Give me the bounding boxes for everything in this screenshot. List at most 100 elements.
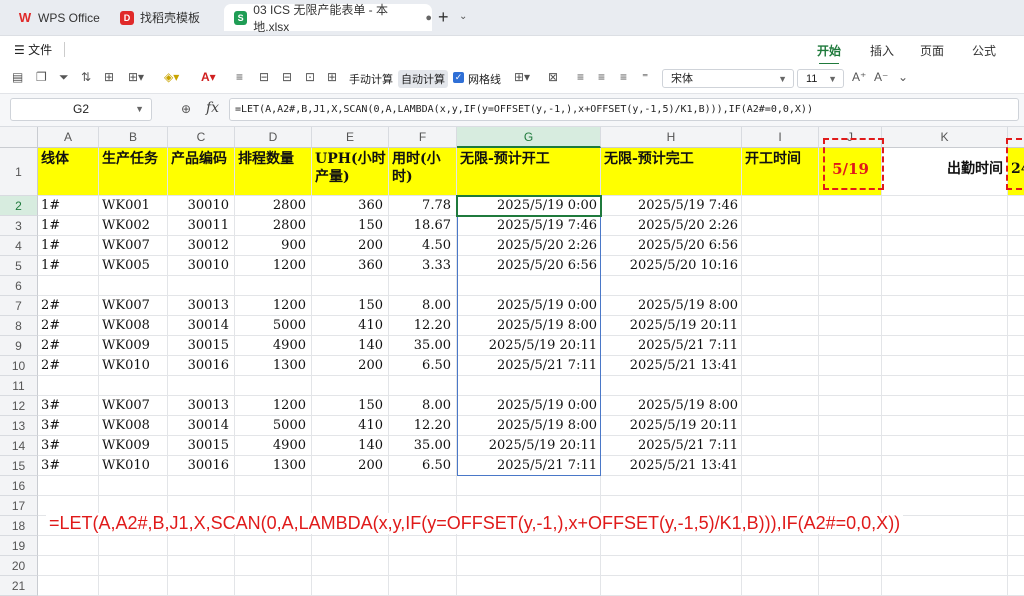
- cell-K19[interactable]: [882, 536, 1008, 556]
- cell-D16[interactable]: [235, 476, 312, 496]
- row-header-14[interactable]: 14: [0, 436, 38, 456]
- cell-F13[interactable]: 12.20: [389, 416, 457, 436]
- cell-C2[interactable]: 30010: [168, 196, 235, 216]
- cell-H4[interactable]: 2025/5/20 6:56: [601, 236, 742, 256]
- column-header-K[interactable]: K: [882, 127, 1008, 148]
- cell-D7[interactable]: 1200: [235, 296, 312, 316]
- cell-D10[interactable]: 1300: [235, 356, 312, 376]
- row-header-13[interactable]: 13: [0, 416, 38, 436]
- column-header-l[interactable]: [1008, 127, 1024, 148]
- cell-B11[interactable]: [99, 376, 168, 396]
- align-right-icon[interactable]: ≡: [620, 70, 627, 84]
- cell-D2[interactable]: 2800: [235, 196, 312, 216]
- cell-J21[interactable]: [819, 576, 882, 596]
- cell-K21[interactable]: [882, 576, 1008, 596]
- column-header-C[interactable]: C: [168, 127, 235, 148]
- row-header-4[interactable]: 4: [0, 236, 38, 256]
- tab-home[interactable]: 开始: [817, 42, 841, 65]
- cell-J19[interactable]: [819, 536, 882, 556]
- cell-F19[interactable]: [389, 536, 457, 556]
- cell-D4[interactable]: 900: [235, 236, 312, 256]
- cell-D15[interactable]: 1300: [235, 456, 312, 476]
- cell-H11[interactable]: [601, 376, 742, 396]
- cell-I11[interactable]: [742, 376, 819, 396]
- cell-K5[interactable]: [882, 256, 1008, 276]
- cell-A13[interactable]: 3#: [38, 416, 99, 436]
- cell-D21[interactable]: [235, 576, 312, 596]
- row-header-16[interactable]: 16: [0, 476, 38, 496]
- cell-l5[interactable]: [1008, 256, 1024, 276]
- cell-G16[interactable]: [457, 476, 601, 496]
- cell-F16[interactable]: [389, 476, 457, 496]
- column-header-G[interactable]: G: [457, 127, 601, 148]
- cell-H7[interactable]: 2025/5/19 8:00: [601, 296, 742, 316]
- cell-C10[interactable]: 30016: [168, 356, 235, 376]
- cell-A12[interactable]: 3#: [38, 396, 99, 416]
- align-left-icon[interactable]: ≡: [577, 70, 584, 84]
- cell-G8[interactable]: 2025/5/19 8:00: [457, 316, 601, 336]
- border-icon[interactable]: ⊞▾: [128, 70, 144, 84]
- cell-B5[interactable]: WK005: [99, 256, 168, 276]
- cell-l19[interactable]: [1008, 536, 1024, 556]
- cell-C8[interactable]: 30014: [168, 316, 235, 336]
- cell-B20[interactable]: [99, 556, 168, 576]
- cell-E3[interactable]: 150: [312, 216, 389, 236]
- cell-G4[interactable]: 2025/5/20 2:26: [457, 236, 601, 256]
- cell-K13[interactable]: [882, 416, 1008, 436]
- cell-D19[interactable]: [235, 536, 312, 556]
- cell-l7[interactable]: [1008, 296, 1024, 316]
- wrap-icon[interactable]: ⊟: [259, 70, 269, 84]
- cell-B10[interactable]: WK010: [99, 356, 168, 376]
- cell-F4[interactable]: 4.50: [389, 236, 457, 256]
- cell-K4[interactable]: [882, 236, 1008, 256]
- header-cell-K[interactable]: 出勤时间: [882, 148, 1008, 196]
- fx-icon[interactable]: fx: [206, 100, 219, 116]
- cell-G15[interactable]: 2025/5/21 7:11: [457, 456, 601, 476]
- cell-I7[interactable]: [742, 296, 819, 316]
- cell-A19[interactable]: [38, 536, 99, 556]
- cell-G5[interactable]: 2025/5/20 6:56: [457, 256, 601, 276]
- cell-G12[interactable]: 2025/5/19 0:00: [457, 396, 601, 416]
- cell-H13[interactable]: 2025/5/19 20:11: [601, 416, 742, 436]
- cell-F3[interactable]: 18.67: [389, 216, 457, 236]
- cell-E16[interactable]: [312, 476, 389, 496]
- cell-E21[interactable]: [312, 576, 389, 596]
- fill-color-icon[interactable]: ◈▾: [164, 70, 179, 84]
- cell-J8[interactable]: [819, 316, 882, 336]
- cell-F14[interactable]: 35.00: [389, 436, 457, 456]
- row-header-7[interactable]: 7: [0, 296, 38, 316]
- cell-l11[interactable]: [1008, 376, 1024, 396]
- formula-input[interactable]: =LET(A,A2#,B,J1,X,SCAN(0,A,LAMBDA(x,y,IF…: [229, 98, 1019, 121]
- cell-G14[interactable]: 2025/5/19 20:11: [457, 436, 601, 456]
- cell-F20[interactable]: [389, 556, 457, 576]
- cell-A20[interactable]: [38, 556, 99, 576]
- chevron-down-icon[interactable]: ⌄: [459, 11, 467, 22]
- cell-F10[interactable]: 6.50: [389, 356, 457, 376]
- cell-I19[interactable]: [742, 536, 819, 556]
- header-cell-J[interactable]: 5/19: [819, 148, 882, 196]
- header-cell-A[interactable]: 线体: [38, 148, 99, 196]
- cell-l6[interactable]: [1008, 276, 1024, 296]
- cell-E5[interactable]: 360: [312, 256, 389, 276]
- cell-J4[interactable]: [819, 236, 882, 256]
- cell-I14[interactable]: [742, 436, 819, 456]
- cell-A9[interactable]: 2#: [38, 336, 99, 356]
- zoom-icon[interactable]: ⊕: [181, 102, 191, 116]
- cell-B9[interactable]: WK009: [99, 336, 168, 356]
- cell-A15[interactable]: 3#: [38, 456, 99, 476]
- cell-I10[interactable]: [742, 356, 819, 376]
- row-header-10[interactable]: 10: [0, 356, 38, 376]
- cell-F21[interactable]: [389, 576, 457, 596]
- column-header-A[interactable]: A: [38, 127, 99, 148]
- cell-E15[interactable]: 200: [312, 456, 389, 476]
- manual-calc-button[interactable]: 手动计算: [349, 71, 393, 87]
- cell-F15[interactable]: 6.50: [389, 456, 457, 476]
- cell-K7[interactable]: [882, 296, 1008, 316]
- row-header-6[interactable]: 6: [0, 276, 38, 296]
- cell-G13[interactable]: 2025/5/19 8:00: [457, 416, 601, 436]
- cell-A8[interactable]: 2#: [38, 316, 99, 336]
- cell-D6[interactable]: [235, 276, 312, 296]
- cell-C4[interactable]: 30012: [168, 236, 235, 256]
- filter-icon[interactable]: ⏷: [59, 70, 69, 85]
- cell-l13[interactable]: [1008, 416, 1024, 436]
